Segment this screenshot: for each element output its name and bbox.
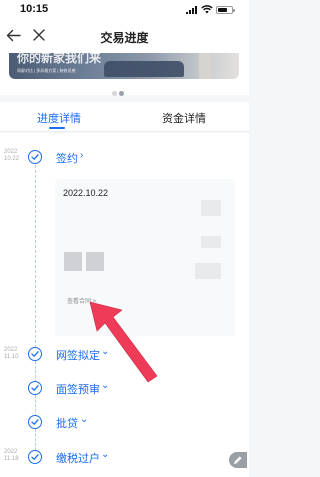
check-circle-icon <box>28 150 42 164</box>
step-label-tax-transfer[interactable]: 缴税过户 <box>56 450 100 466</box>
edit-float-button[interactable] <box>229 452 247 468</box>
tab-bar: 进度详情 资金详情 <box>0 102 249 132</box>
redacted-block <box>201 236 221 248</box>
check-circle-icon <box>28 450 42 464</box>
sign-date: 2022.10.22 <box>63 188 109 198</box>
nav-bar: 交易进度 <box>0 20 249 53</box>
redacted-block <box>201 200 221 216</box>
step-date: 2022 11.10 <box>4 347 19 360</box>
tab-progress-details[interactable]: 进度详情 <box>37 110 81 126</box>
redacted-block <box>86 252 104 271</box>
status-bar: 10:15 <box>0 0 249 20</box>
lamp-graphic <box>199 53 211 79</box>
chevron-down-icon[interactable]: ⌄ <box>101 449 109 460</box>
annotation-arrow-icon <box>89 301 158 383</box>
banner-headline: 你的新家我们来 <box>17 53 102 65</box>
step-date: 2022 10.22 <box>4 149 20 162</box>
tab-fund-details[interactable]: 资金详情 <box>162 110 206 126</box>
cellular-signal-icon <box>186 6 197 14</box>
redacted-block <box>195 263 221 279</box>
step-label-loan[interactable]: 批贷 <box>56 415 78 431</box>
check-circle-icon <box>28 381 42 395</box>
tab-active-indicator <box>49 127 65 129</box>
banner-image[interactable]: 你的新家我们来 同屏对比 | 多风格方案 | 装修灵感 <box>9 53 239 79</box>
chevron-right-icon[interactable]: › <box>80 150 83 161</box>
banner: 你的新家我们来 同屏对比 | 多风格方案 | 装修灵感 <box>0 53 249 96</box>
step-date: 2022 11.18 <box>4 449 19 462</box>
timeline-connector <box>35 165 36 353</box>
pagination-dot <box>112 91 117 96</box>
battery-icon <box>216 6 235 14</box>
banner-pagination <box>112 83 126 101</box>
pagination-dot-active <box>119 91 124 96</box>
wifi-icon <box>201 5 213 14</box>
page-title: 交易进度 <box>100 31 149 45</box>
check-circle-icon <box>28 347 42 361</box>
chevron-down-icon[interactable]: ⌄ <box>80 414 88 425</box>
redacted-block <box>64 252 82 271</box>
step-label-sign[interactable]: 签约 <box>56 150 78 166</box>
banner-subline: 同屏对比 | 多风格方案 | 装修灵感 <box>17 68 76 73</box>
sofa-graphic <box>104 61 184 77</box>
pencil-icon <box>234 456 242 464</box>
status-time: 10:15 <box>20 3 49 15</box>
check-circle-icon <box>28 415 42 429</box>
